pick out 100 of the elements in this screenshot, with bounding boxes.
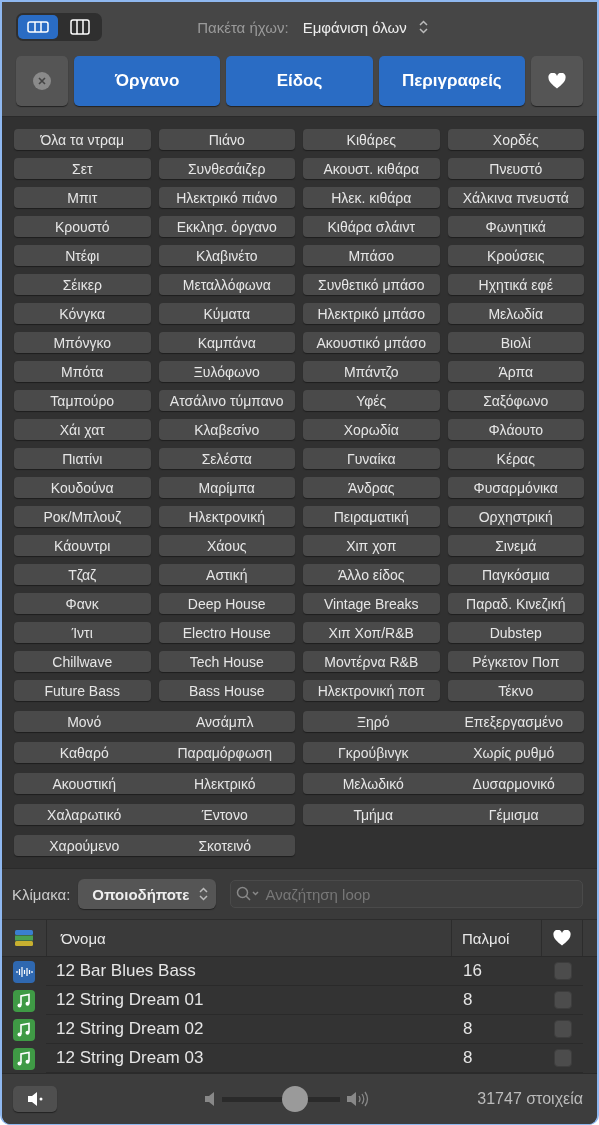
column-header[interactable]: Όνομα xyxy=(61,929,106,947)
keyword-button[interactable]: Κρουστό xyxy=(14,216,151,237)
descriptor-button[interactable]: Επεξεργασμένο xyxy=(443,711,584,732)
keyword-button[interactable]: Τζαζ xyxy=(14,564,151,585)
keyword-button[interactable]: Φλάουτο xyxy=(447,419,584,440)
descriptor-button[interactable]: Δυσαρμονικό xyxy=(443,773,584,794)
keyword-button[interactable]: Μπιτ xyxy=(14,187,151,208)
keyword-button[interactable]: Πειραματική xyxy=(303,506,440,527)
keyword-button[interactable]: Μπάσο xyxy=(303,245,440,266)
descriptor-button[interactable]: Καθαρό xyxy=(14,742,155,763)
keyword-button[interactable]: Σελέστα xyxy=(158,448,295,469)
keyword-button[interactable]: Deep House xyxy=(158,593,295,614)
keyword-button[interactable]: Ξυλόφωνο xyxy=(158,361,295,382)
keyword-button[interactable]: Μπότα xyxy=(14,361,151,382)
descriptor-button[interactable]: Χαλαρωτικό xyxy=(14,804,155,825)
keyword-button[interactable]: Βιολί xyxy=(447,332,584,353)
keyword-button[interactable]: Παραδ. Κινεζική xyxy=(447,593,584,614)
clear-button[interactable] xyxy=(16,56,68,106)
category-button[interactable]: Περιγραφείς xyxy=(378,56,525,106)
keyword-button[interactable]: Τέκνο xyxy=(447,680,584,701)
keyword-button[interactable]: Σαξόφωνο xyxy=(447,390,584,411)
keyword-button[interactable]: Dubstep xyxy=(447,622,584,643)
descriptor-button[interactable]: Ανσάμπλ xyxy=(154,711,295,732)
descriptor-button[interactable]: Ξηρό xyxy=(303,711,444,732)
favorite-checkbox[interactable] xyxy=(554,1020,572,1038)
keyword-button[interactable]: Ορχηστρική xyxy=(447,506,584,527)
keyword-button[interactable]: Πιάνο xyxy=(158,129,295,150)
keyword-button[interactable]: Κιθάρα σλάιντ xyxy=(303,216,440,237)
keyword-button[interactable]: Ηλεκ. κιθάρα xyxy=(303,187,440,208)
keyword-button[interactable]: Ηχητικά εφέ xyxy=(447,274,584,295)
keyword-button[interactable]: Μπάντζο xyxy=(303,361,440,382)
keyword-button[interactable]: Άνδρας xyxy=(303,477,440,498)
keyword-button[interactable]: Ηλεκτρονική ποπ xyxy=(303,680,440,701)
descriptor-button[interactable]: Ακουστική xyxy=(14,773,155,794)
favorite-checkbox[interactable] xyxy=(554,991,572,1009)
keyword-button[interactable]: Ντέφι xyxy=(14,245,151,266)
keyword-button[interactable]: Ηλεκτρικό μπάσο xyxy=(303,303,440,324)
keyword-button[interactable]: Χάους xyxy=(158,535,295,556)
keyword-button[interactable]: Ηλεκτρικό πιάνο xyxy=(158,187,295,208)
descriptor-button[interactable]: Τμήμα xyxy=(303,804,444,825)
keyword-button[interactable]: Ακουστ. κιθάρα xyxy=(303,158,440,179)
favorites-button[interactable] xyxy=(531,56,583,106)
keyword-button[interactable]: Χορωδία xyxy=(303,419,440,440)
keyword-button[interactable]: Ρέγκετον Ποπ xyxy=(447,651,584,672)
keyword-button[interactable]: Κόνγκα xyxy=(14,303,151,324)
keyword-button[interactable]: Πιατίνι xyxy=(14,448,151,469)
scale-popup[interactable]: Οποιοδήποτε xyxy=(78,879,217,909)
descriptor-button[interactable]: Χωρίς ρυθμό xyxy=(443,742,584,763)
category-button[interactable]: Όργανο xyxy=(74,56,221,106)
descriptor-button[interactable]: Μελωδικό xyxy=(303,773,444,794)
category-button[interactable]: Είδος xyxy=(226,56,373,106)
keyword-button[interactable]: Vintage Breaks xyxy=(303,593,440,614)
keyword-button[interactable]: Electro House xyxy=(158,622,295,643)
keyword-button[interactable]: Κρούσεις xyxy=(447,245,584,266)
column-header[interactable]: Παλμοί xyxy=(462,929,510,947)
sound-packs-popup[interactable]: Εμφάνιση όλων xyxy=(302,18,428,36)
keyword-button[interactable]: Αστική xyxy=(158,564,295,585)
descriptor-button[interactable]: Σκοτεινό xyxy=(154,835,295,856)
favorite-checkbox[interactable] xyxy=(554,962,572,980)
keyword-button[interactable]: Όλα τα ντραμ xyxy=(14,129,151,150)
keyword-button[interactable]: Κλαβινέτο xyxy=(158,245,295,266)
keyword-button[interactable]: Κέρας xyxy=(447,448,584,469)
keyword-button[interactable]: Σέικερ xyxy=(14,274,151,295)
descriptor-button[interactable]: Μονό xyxy=(14,711,155,732)
keyword-button[interactable]: Ταμπούρο xyxy=(14,390,151,411)
keyword-button[interactable]: Χάλκινα πνευστά xyxy=(447,187,584,208)
keyword-button[interactable]: Κύματα xyxy=(158,303,295,324)
descriptor-button[interactable]: Χαρούμενο xyxy=(14,835,155,856)
keyword-button[interactable]: Πνευστό xyxy=(447,158,584,179)
keyword-button[interactable]: Παγκόσμια xyxy=(447,564,584,585)
keyword-button[interactable]: Καμπάνα xyxy=(158,332,295,353)
keyword-button[interactable]: Ροκ/Μπλουζ xyxy=(14,506,151,527)
keyword-button[interactable]: Κιθάρες xyxy=(303,129,440,150)
descriptor-button[interactable]: Έντονο xyxy=(154,804,295,825)
keyword-button[interactable]: Μαρίμπα xyxy=(158,477,295,498)
keyword-button[interactable]: Tech House xyxy=(158,651,295,672)
keyword-button[interactable]: Σετ xyxy=(14,158,151,179)
search-field[interactable]: Αναζήτηση loop xyxy=(230,880,583,908)
keyword-button[interactable]: Υφές xyxy=(303,390,440,411)
keyword-button[interactable]: Ηλεκτρονική xyxy=(158,506,295,527)
descriptor-button[interactable]: Ηλεκτρικό xyxy=(154,773,295,794)
keyword-button[interactable]: Συνθεσάιζερ xyxy=(158,158,295,179)
keyword-button[interactable]: Κλαβεσίνο xyxy=(158,419,295,440)
keyword-button[interactable]: Bass House xyxy=(158,680,295,701)
descriptor-button[interactable]: Γκρούβινγκ xyxy=(303,742,444,763)
keyword-button[interactable]: Γυναίκα xyxy=(303,448,440,469)
keyword-button[interactable]: Μοντέρνα R&B xyxy=(303,651,440,672)
keyword-button[interactable]: Κουδούνα xyxy=(14,477,151,498)
slider-thumb[interactable] xyxy=(282,1086,309,1112)
keyword-button[interactable]: Ατσάλινο τύμπανο xyxy=(158,390,295,411)
keyword-button[interactable]: Μπόνγκο xyxy=(14,332,151,353)
keyword-button[interactable]: Εκκλησ. όργανο xyxy=(158,216,295,237)
keyword-button[interactable]: Μελωδία xyxy=(447,303,584,324)
keyword-button[interactable]: Ακουστικό μπάσο xyxy=(303,332,440,353)
keyword-button[interactable]: Φανκ xyxy=(14,593,151,614)
keyword-button[interactable]: Σινεμά xyxy=(447,535,584,556)
speaker-button[interactable] xyxy=(13,1086,57,1112)
keyword-button[interactable]: Χιπ χοπ xyxy=(303,535,440,556)
keyword-button[interactable]: Χιπ Χοπ/R&B xyxy=(303,622,440,643)
keyword-button[interactable]: Μεταλλόφωνα xyxy=(158,274,295,295)
